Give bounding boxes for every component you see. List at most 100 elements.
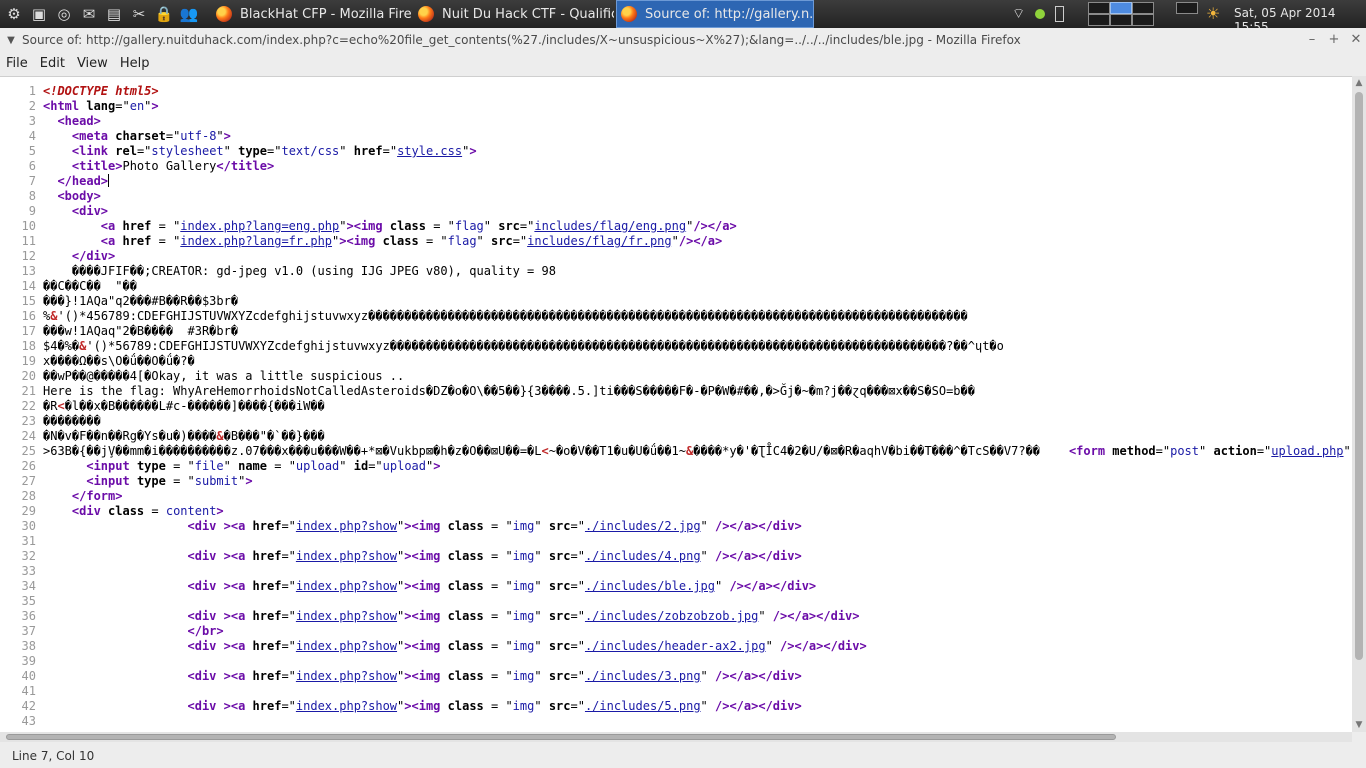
source-link[interactable]: index.php?show <box>296 609 397 623</box>
source-line[interactable]: 16 %&'()*456789:CDEFGHIJSTUVWXYZcdefghijs… <box>0 309 1352 324</box>
source-link[interactable]: style.css <box>397 144 462 158</box>
source-line[interactable]: 41 <box>0 684 1352 699</box>
workspace-6[interactable] <box>1132 14 1154 26</box>
menu-view[interactable]: View <box>71 56 114 71</box>
workspace-7[interactable] <box>1176 2 1198 14</box>
vertical-scrollbar[interactable]: ▲ ▼ <box>1352 76 1366 732</box>
source-line[interactable]: 8 <body> <box>0 189 1352 204</box>
source-line[interactable]: 42 <div ><a href="index.php?show"><img c… <box>0 699 1352 714</box>
workspace-1[interactable] <box>1088 2 1110 14</box>
source-link[interactable]: includes/flag/fr.png <box>527 234 672 248</box>
source-link[interactable]: ./includes/ble.jpg <box>585 579 715 593</box>
source-line[interactable]: 29 <div class = content> <box>0 504 1352 519</box>
source-line[interactable]: 24 �N�v�F��n��Rg�Ys�u�)����&�B���"�`��}��… <box>0 429 1352 444</box>
source-line[interactable]: 27 <input type = "submit"> <box>0 474 1352 489</box>
wifi-icon[interactable]: ⌔ <box>1012 5 1025 23</box>
source-link[interactable]: ./includes/header-ax2.jpg <box>585 639 766 653</box>
source-link[interactable]: index.php?show <box>296 669 397 683</box>
source-line[interactable]: 23 �������� <box>0 414 1352 429</box>
source-line[interactable]: 14 ��C��C�� "�� <box>0 279 1352 294</box>
workspace-5[interactable] <box>1110 14 1132 26</box>
source-link[interactable]: index.php?lang=fr.php <box>180 234 332 248</box>
vertical-scroll-thumb[interactable] <box>1355 92 1363 660</box>
source-line[interactable]: 31 <box>0 534 1352 549</box>
source-line[interactable]: 32 <div ><a href="index.php?show"><img c… <box>0 549 1352 564</box>
source-link[interactable]: ./includes/4.png <box>585 549 701 563</box>
source-line[interactable]: 6 <title>Photo Gallery</title> <box>0 159 1352 174</box>
clock[interactable]: Sat, 05 Apr 2014 15:55 <box>1234 6 1366 28</box>
source-line[interactable]: 33 <box>0 564 1352 579</box>
source-line[interactable]: 38 <div ><a href="index.php?show"><img c… <box>0 639 1352 654</box>
source-line[interactable]: 35 <box>0 594 1352 609</box>
taskbar-item-blackhat[interactable]: BlackHat CFP - Mozilla Firef... <box>212 0 412 28</box>
text-editor-icon[interactable]: ▤ <box>103 3 125 25</box>
source-line[interactable]: 21 Here is the flag: WhyAreHemorrhoidsNot… <box>0 384 1352 399</box>
source-link[interactable]: ./includes/3.png <box>585 669 701 683</box>
source-link[interactable]: index.php?show <box>296 579 397 593</box>
source-line[interactable]: 5 <link rel="stylesheet" type="text/css"… <box>0 144 1352 159</box>
minimize-icon[interactable]: – <box>1302 28 1322 52</box>
source-line[interactable]: 7 </head> <box>0 174 1352 189</box>
source-line[interactable]: 26 <input type = "file" name = "upload" … <box>0 459 1352 474</box>
weather-icon[interactable]: ☀ <box>1206 4 1220 23</box>
source-line[interactable]: 22 �R<�l��x�B������L#c-������]����{���iW�… <box>0 399 1352 414</box>
source-line[interactable]: 34 <div ><a href="index.php?show"><img c… <box>0 579 1352 594</box>
source-line[interactable]: 39 <box>0 654 1352 669</box>
users-icon[interactable]: 👥 <box>178 3 200 25</box>
source-line[interactable]: 15 ���}!1AQa"q2���#B��R��$3br� <box>0 294 1352 309</box>
battery-icon[interactable] <box>1055 6 1065 22</box>
window-titlebar[interactable]: ▼ Source of: http://gallery.nuitduhack.c… <box>0 28 1366 52</box>
menu-edit[interactable]: Edit <box>34 56 71 71</box>
source-line[interactable]: 10 <a href = "index.php?lang=eng.php"><i… <box>0 219 1352 234</box>
source-line[interactable]: 20 ��wP��@�����4[�Okay, it was a little s… <box>0 369 1352 384</box>
source-link[interactable]: index.php?show <box>296 549 397 563</box>
source-line[interactable]: 40 <div ><a href="index.php?show"><img c… <box>0 669 1352 684</box>
close-icon[interactable]: ✕ <box>1346 28 1366 52</box>
source-line[interactable]: 43 <box>0 714 1352 729</box>
tools-icon[interactable]: ✂ <box>128 3 150 25</box>
source-link[interactable]: index.php?show <box>296 639 397 653</box>
source-link[interactable]: index.php?lang=eng.php <box>180 219 339 233</box>
source-line[interactable]: 11 <a href = "index.php?lang=fr.php"><im… <box>0 234 1352 249</box>
source-line[interactable]: 1 <!DOCTYPE html5> <box>0 84 1352 99</box>
source-code[interactable]: 1 <!DOCTYPE html5> 2 <html lang="en"> 3 <hea… <box>0 84 1352 729</box>
status-dot-icon[interactable] <box>1035 9 1046 19</box>
source-link[interactable]: index.php?show <box>296 699 397 713</box>
workspace-4[interactable] <box>1088 14 1110 26</box>
source-line[interactable]: 36 <div ><a href="index.php?show"><img c… <box>0 609 1352 624</box>
source-line[interactable]: 37 </br> <box>0 624 1352 639</box>
settings-icon[interactable]: ⚙ <box>3 3 25 25</box>
source-view[interactable]: 1 <!DOCTYPE html5> 2 <html lang="en"> 3 <hea… <box>0 76 1352 733</box>
source-line[interactable]: 25 >63B�{��jV̧��mm�i����������z.07���x���… <box>0 444 1352 459</box>
source-link[interactable]: upload.php <box>1271 444 1343 458</box>
maximize-icon[interactable]: + <box>1324 28 1344 52</box>
mail-icon[interactable]: ✉ <box>78 3 100 25</box>
taskbar-item-nuitduhack[interactable]: Nuit Du Hack CTF - Qualific... <box>414 0 614 28</box>
menu-file[interactable]: File <box>0 56 34 71</box>
source-link[interactable]: ./includes/zobzobzob.jpg <box>585 609 758 623</box>
source-line[interactable]: 30 <div ><a href="index.php?show"><img c… <box>0 519 1352 534</box>
window-menu-icon[interactable]: ▼ <box>0 35 22 46</box>
source-line[interactable]: 4 <meta charset="utf-8"> <box>0 129 1352 144</box>
source-link[interactable]: index.php?show <box>296 519 397 533</box>
workspace-3[interactable] <box>1132 2 1154 14</box>
source-line[interactable]: 17 ���w!1AQaq"2�B���� #3R�br� <box>0 324 1352 339</box>
source-line[interactable]: 19 x����Ω��s\O�ǘ��O�ǘ�?� <box>0 354 1352 369</box>
source-line[interactable]: 28 </form> <box>0 489 1352 504</box>
horizontal-scroll-thumb[interactable] <box>6 734 1116 740</box>
source-link[interactable]: ./includes/2.jpg <box>585 519 701 533</box>
source-line[interactable]: 2 <html lang="en"> <box>0 99 1352 114</box>
taskbar-item-source[interactable]: Source of: http://gallery.n... <box>616 0 814 28</box>
horizontal-scrollbar[interactable] <box>0 732 1352 742</box>
source-link[interactable]: ./includes/5.png <box>585 699 701 713</box>
scroll-down-icon[interactable]: ▼ <box>1352 718 1366 732</box>
browser-icon[interactable]: ◎ <box>53 3 75 25</box>
source-link[interactable]: includes/flag/eng.png <box>534 219 686 233</box>
lock-icon[interactable]: 🔒 <box>153 3 175 25</box>
workspace-2[interactable] <box>1110 2 1132 14</box>
source-line[interactable]: 12 </div> <box>0 249 1352 264</box>
terminal-icon[interactable]: ▣ <box>28 3 50 25</box>
scroll-up-icon[interactable]: ▲ <box>1352 76 1366 90</box>
source-line[interactable]: 3 <head> <box>0 114 1352 129</box>
source-line[interactable]: 13 ����JFIF��;CREATOR: gd-jpeg v1.0 (usi… <box>0 264 1352 279</box>
